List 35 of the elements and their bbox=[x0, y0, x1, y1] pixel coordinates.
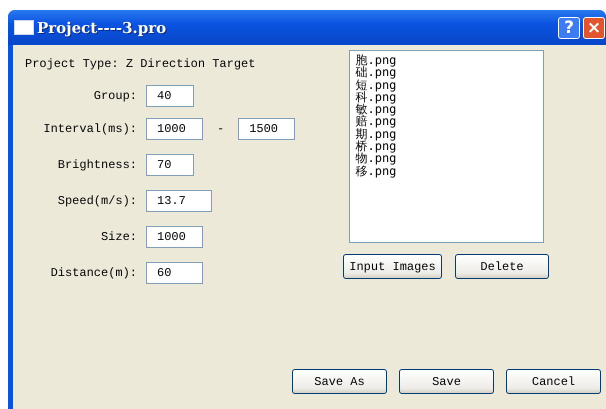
list-item[interactable]: 赔.png bbox=[356, 115, 542, 128]
list-item[interactable]: 敏.png bbox=[356, 103, 542, 116]
image-list[interactable]: 胞.png 础.png 短.png 科.png 敏.png 赔.png 期.png 桥.png 物.png 移.png bbox=[348, 50, 544, 243]
input-field[interactable]: 40 bbox=[146, 85, 194, 107]
list-item[interactable]: 物.png bbox=[356, 152, 542, 165]
input-images-button[interactable]: Input Images bbox=[343, 254, 442, 279]
project-type-label: Project Type: Z Direction Target bbox=[25, 57, 256, 71]
input-field[interactable]: 1000 bbox=[146, 226, 203, 248]
help-button[interactable]: ? bbox=[558, 16, 580, 38]
cancel-button[interactable]: Cancel bbox=[506, 369, 601, 394]
input-field[interactable]: 60 bbox=[146, 262, 203, 284]
input-field[interactable]: 13.7 bbox=[146, 190, 212, 212]
input-field[interactable]: 1500 bbox=[238, 118, 296, 140]
list-item[interactable]: 期.png bbox=[356, 128, 542, 140]
list-item[interactable]: 础.png bbox=[356, 66, 542, 79]
window-title: Project----3.pro bbox=[37, 18, 168, 36]
list-item[interactable]: 科.png bbox=[356, 90, 542, 104]
range-separator: - bbox=[217, 122, 224, 136]
save-as-button[interactable]: Save As bbox=[292, 369, 387, 394]
list-item[interactable]: 桥.png bbox=[356, 140, 542, 152]
save-button[interactable]: Save bbox=[399, 369, 494, 394]
list-item[interactable]: 移.png bbox=[356, 164, 542, 177]
window-icon bbox=[14, 20, 34, 35]
close-button[interactable]: × bbox=[583, 16, 605, 38]
field-label: Interval(ms): bbox=[42, 122, 138, 136]
field-label: Brightness: bbox=[56, 158, 138, 172]
field-label: Size: bbox=[100, 230, 138, 244]
field-label: Distance(m): bbox=[50, 266, 138, 280]
list-item[interactable]: 胞.png bbox=[356, 54, 542, 66]
input-field[interactable]: 70 bbox=[146, 154, 194, 176]
delete-button[interactable]: Delete bbox=[455, 254, 549, 279]
input-field[interactable]: 1000 bbox=[146, 118, 203, 140]
field-label: Speed(m/s): bbox=[56, 194, 138, 208]
list-item[interactable]: 短.png bbox=[356, 78, 542, 91]
field-label: Group: bbox=[92, 89, 138, 103]
